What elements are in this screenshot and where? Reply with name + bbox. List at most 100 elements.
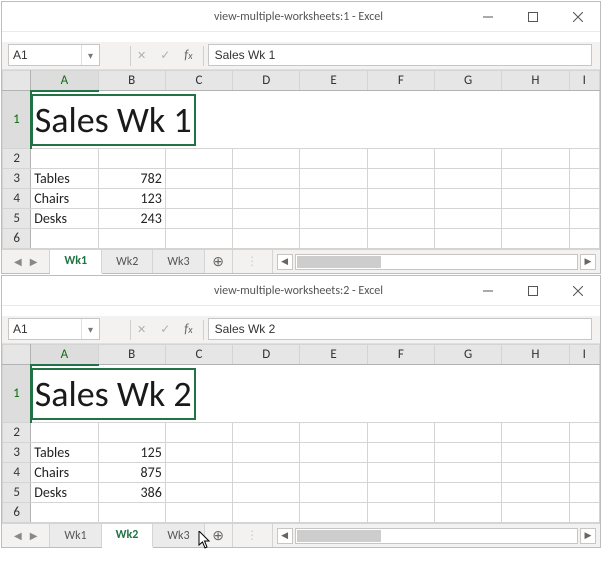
cell-A5[interactable]: Desks bbox=[31, 209, 98, 229]
sheet-tab-wk1[interactable]: Wk1 bbox=[50, 524, 101, 547]
cell-A2[interactable] bbox=[31, 149, 98, 169]
cell-A3[interactable]: Tables bbox=[31, 443, 98, 463]
col-header-B[interactable]: B bbox=[98, 71, 165, 91]
cell-A1-merged[interactable]: Sales Wk 1 bbox=[33, 96, 194, 144]
name-box[interactable]: ▾ bbox=[8, 318, 100, 340]
row-header-4[interactable]: 4 bbox=[3, 463, 31, 483]
col-header-H[interactable]: H bbox=[502, 71, 569, 91]
sheet-tab-wk2[interactable]: Wk2 bbox=[102, 250, 153, 273]
name-box[interactable]: ▾ bbox=[8, 44, 100, 66]
col-header-F[interactable]: F bbox=[367, 71, 434, 91]
select-all-corner[interactable] bbox=[3, 71, 31, 91]
cell-B3[interactable]: 782 bbox=[98, 169, 165, 189]
row-header-6[interactable]: 6 bbox=[3, 503, 31, 523]
col-header-B[interactable]: B bbox=[98, 345, 165, 365]
col-header-D[interactable]: D bbox=[233, 345, 300, 365]
name-box-dropdown-icon[interactable]: ▾ bbox=[81, 319, 99, 339]
scroll-thumb[interactable] bbox=[297, 256, 381, 268]
tab-divider[interactable]: ⋮ bbox=[233, 250, 273, 273]
cell-A4[interactable]: Chairs bbox=[31, 189, 98, 209]
sheet-nav[interactable]: ◀▶ bbox=[2, 250, 50, 273]
col-header-C[interactable]: C bbox=[165, 345, 232, 365]
formula-input[interactable] bbox=[208, 44, 592, 66]
cancel-icon: ✕ bbox=[137, 323, 146, 336]
row-header-3[interactable]: 3 bbox=[3, 443, 31, 463]
col-header-A[interactable]: A bbox=[31, 345, 98, 365]
cell-A3[interactable]: Tables bbox=[31, 169, 98, 189]
row-header-2[interactable]: 2 bbox=[3, 149, 31, 169]
new-sheet-button[interactable]: ⊕ bbox=[205, 250, 233, 273]
scroll-right-icon[interactable]: ▶ bbox=[580, 528, 596, 544]
scroll-thumb[interactable] bbox=[297, 530, 381, 542]
close-button[interactable] bbox=[555, 2, 600, 32]
cell-B4[interactable]: 123 bbox=[98, 189, 165, 209]
sheet-tab-wk3[interactable]: Wk3 bbox=[153, 524, 204, 547]
row-header-1[interactable]: 1 bbox=[3, 365, 31, 423]
cell-A1-merged[interactable]: Sales Wk 2 bbox=[33, 370, 194, 418]
col-header-E[interactable]: E bbox=[300, 71, 367, 91]
col-header-A[interactable]: A bbox=[31, 71, 98, 91]
col-header-I[interactable]: I bbox=[569, 71, 599, 91]
scroll-track[interactable] bbox=[295, 528, 578, 544]
col-header-G[interactable]: G bbox=[435, 71, 502, 91]
name-box-input[interactable] bbox=[9, 45, 81, 65]
maximize-button[interactable] bbox=[510, 276, 555, 306]
name-box-input[interactable] bbox=[9, 319, 81, 339]
row-header-3[interactable]: 3 bbox=[3, 169, 31, 189]
maximize-button[interactable] bbox=[510, 2, 555, 32]
close-button[interactable] bbox=[555, 276, 600, 306]
row-header-1[interactable]: 1 bbox=[3, 91, 31, 149]
cell-B5[interactable]: 243 bbox=[98, 209, 165, 229]
titlebar[interactable]: view-multiple-worksheets:2 - Excel bbox=[2, 276, 600, 306]
sheet-tab-wk3[interactable]: Wk3 bbox=[153, 250, 204, 273]
sheet-nav[interactable]: ◀▶ bbox=[2, 524, 50, 547]
col-header-C[interactable]: C bbox=[165, 71, 232, 91]
nav-prev-icon[interactable]: ◀ bbox=[14, 255, 22, 268]
scroll-left-icon[interactable]: ◀ bbox=[277, 528, 293, 544]
select-all-corner[interactable] bbox=[3, 345, 31, 365]
nav-next-icon[interactable]: ▶ bbox=[30, 529, 38, 542]
minimize-button[interactable] bbox=[465, 276, 510, 306]
row-header-5[interactable]: 5 bbox=[3, 483, 31, 503]
nav-prev-icon[interactable]: ◀ bbox=[14, 529, 22, 542]
tab-divider[interactable]: ⋮ bbox=[233, 524, 273, 547]
fx-icon[interactable]: fx bbox=[184, 48, 192, 63]
formula-input[interactable] bbox=[208, 318, 592, 340]
nav-next-icon[interactable]: ▶ bbox=[30, 255, 38, 268]
col-header-F[interactable]: F bbox=[367, 345, 434, 365]
col-header-H[interactable]: H bbox=[502, 345, 569, 365]
sheet-tab-bar: ◀▶ Wk1 Wk2 Wk3 ⊕ ⋮ ◀ ▶ bbox=[2, 523, 600, 547]
enter-icon: ✓ bbox=[160, 322, 170, 337]
window-title: view-multiple-worksheets:2 - Excel bbox=[132, 284, 465, 298]
minimize-button[interactable] bbox=[465, 2, 510, 32]
scroll-right-icon[interactable]: ▶ bbox=[580, 254, 596, 270]
cell-B5[interactable]: 386 bbox=[98, 483, 165, 503]
horizontal-scrollbar[interactable]: ◀ ▶ bbox=[273, 524, 600, 547]
horizontal-scrollbar[interactable]: ◀ ▶ bbox=[273, 250, 600, 273]
col-header-G[interactable]: G bbox=[435, 345, 502, 365]
excel-window-2: view-multiple-worksheets:2 - Excel ▾ ✕ ✓… bbox=[1, 275, 601, 548]
scroll-left-icon[interactable]: ◀ bbox=[277, 254, 293, 270]
titlebar[interactable]: view-multiple-worksheets:1 - Excel bbox=[2, 2, 600, 32]
col-header-D[interactable]: D bbox=[233, 71, 300, 91]
col-header-I[interactable]: I bbox=[569, 345, 599, 365]
sheet-tab-wk1[interactable]: Wk1 bbox=[50, 250, 102, 274]
name-box-dropdown-icon[interactable]: ▾ bbox=[81, 45, 99, 65]
row-header-4[interactable]: 4 bbox=[3, 189, 31, 209]
scroll-track[interactable] bbox=[295, 254, 578, 270]
cell-A5[interactable]: Desks bbox=[31, 483, 98, 503]
cell-A2[interactable] bbox=[31, 423, 98, 443]
cell-A4[interactable]: Chairs bbox=[31, 463, 98, 483]
cell-B3[interactable]: 125 bbox=[98, 443, 165, 463]
row-header-2[interactable]: 2 bbox=[3, 423, 31, 443]
enter-icon: ✓ bbox=[160, 48, 170, 63]
new-sheet-button[interactable]: ⊕ bbox=[205, 524, 233, 547]
cell-B4[interactable]: 875 bbox=[98, 463, 165, 483]
spreadsheet-grid[interactable]: A B C D E F G H I 1 Sales Wk 1 2 bbox=[2, 70, 600, 249]
row-header-6[interactable]: 6 bbox=[3, 229, 31, 249]
col-header-E[interactable]: E bbox=[300, 345, 367, 365]
spreadsheet-grid[interactable]: A B C D E F G H I 1 Sales Wk 2 2 bbox=[2, 344, 600, 523]
fx-icon[interactable]: fx bbox=[184, 322, 192, 337]
sheet-tab-wk2[interactable]: Wk2 bbox=[102, 524, 154, 548]
row-header-5[interactable]: 5 bbox=[3, 209, 31, 229]
